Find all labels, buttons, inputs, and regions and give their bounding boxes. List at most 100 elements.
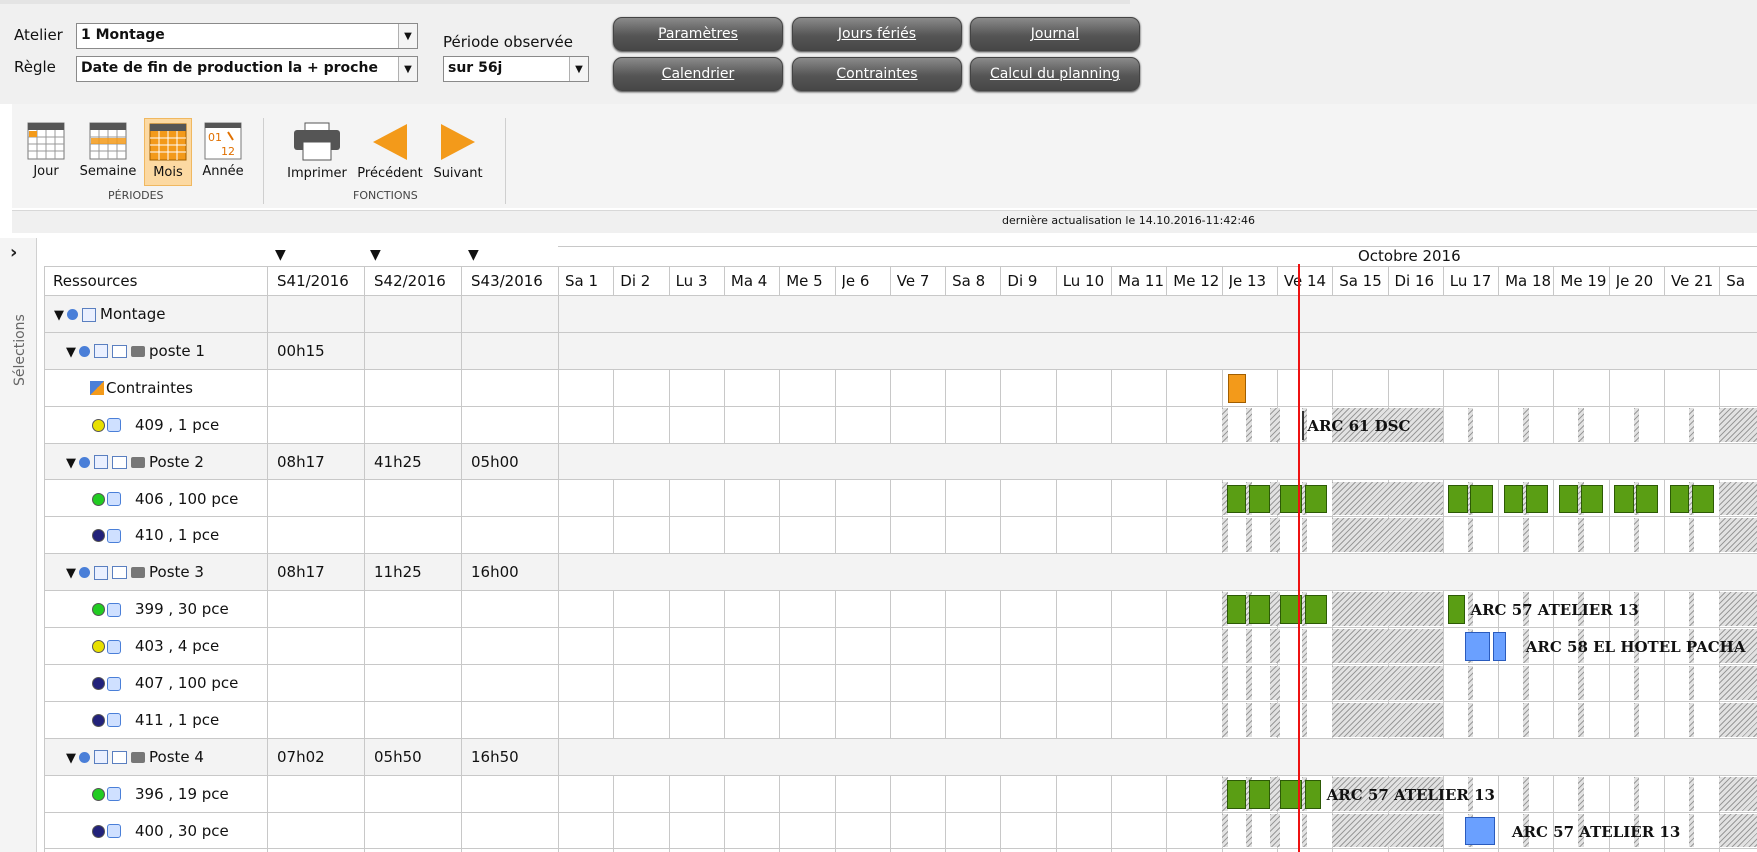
task-bar[interactable] — [1249, 595, 1271, 625]
timeline-row[interactable] — [558, 406, 1757, 444]
contraintes-button[interactable]: Contraintes — [792, 57, 962, 91]
day-header[interactable]: Lu 3 — [676, 272, 723, 290]
day-header[interactable]: Me 5 — [786, 272, 833, 290]
task-label[interactable]: ARC 57 ATELIER 13 — [1327, 786, 1495, 804]
expand-toggle-icon[interactable]: ▼ — [66, 566, 76, 581]
clock-icon[interactable] — [107, 787, 121, 802]
task-bar[interactable] — [1448, 595, 1465, 625]
info-icon[interactable] — [79, 751, 90, 763]
row-label[interactable]: ▼ Poste 2 — [66, 453, 204, 471]
day-header[interactable]: Ve 7 — [897, 272, 944, 290]
row-label[interactable]: 409 , 1 pce — [92, 416, 219, 434]
task-bar[interactable] — [1464, 632, 1490, 661]
constraint-marker[interactable] — [1228, 373, 1247, 403]
week-header[interactable]: S41/2016 — [277, 272, 349, 290]
planning-icon[interactable] — [82, 307, 96, 322]
chevron-down-icon[interactable]: ▼ — [569, 57, 588, 81]
day-header[interactable]: Ma 11 — [1118, 272, 1165, 290]
row-label[interactable]: Contraintes — [90, 379, 193, 397]
day-header[interactable]: Lu 10 — [1063, 272, 1110, 290]
clock-icon[interactable] — [107, 824, 121, 839]
task-bar[interactable] — [1304, 779, 1322, 809]
task-bar[interactable] — [1614, 484, 1634, 514]
week-header[interactable]: S43/2016 — [471, 272, 543, 290]
atelier-select[interactable]: 1 Montage ▼ — [76, 23, 418, 49]
task-bar[interactable] — [1503, 484, 1523, 514]
journal-button[interactable]: Journal — [970, 17, 1140, 51]
window-icon[interactable] — [112, 344, 127, 358]
mois-button[interactable]: Mois — [144, 118, 192, 186]
regle-select[interactable]: Date de fin de production la + proche ▼ — [76, 56, 418, 82]
day-header[interactable]: Sa 1 — [565, 272, 612, 290]
info-icon[interactable] — [79, 456, 90, 468]
calcul-planning-button[interactable]: Calcul du planning — [970, 57, 1140, 91]
row-label[interactable]: 400 , 30 pce — [92, 822, 229, 840]
row-label[interactable]: 399 , 30 pce — [92, 600, 229, 618]
day-header[interactable]: Sa — [1726, 272, 1757, 290]
planning-icon[interactable] — [94, 750, 108, 765]
row-label[interactable]: 403 , 4 pce — [92, 637, 219, 655]
task-bar[interactable] — [1227, 595, 1247, 625]
expand-toggle-icon[interactable]: ▼ — [66, 456, 76, 471]
timeline-row[interactable] — [558, 701, 1757, 739]
task-bar[interactable] — [1691, 484, 1714, 514]
row-label[interactable]: 406 , 100 pce — [92, 490, 238, 508]
timeline-row[interactable] — [558, 369, 1757, 407]
info-icon[interactable] — [79, 345, 90, 357]
day-header[interactable]: Sa 8 — [952, 272, 999, 290]
printer-icon[interactable] — [131, 345, 145, 357]
day-header[interactable]: Me 12 — [1173, 272, 1220, 290]
day-header[interactable]: Di 16 — [1395, 272, 1442, 290]
day-header[interactable]: Sa 15 — [1339, 272, 1386, 290]
printer-icon[interactable] — [131, 567, 145, 579]
row-label[interactable]: 407 , 100 pce — [92, 674, 238, 692]
task-bar[interactable] — [1304, 595, 1327, 625]
day-header[interactable]: Me 19 — [1560, 272, 1607, 290]
day-header[interactable]: Ve 21 — [1671, 272, 1718, 290]
day-header[interactable]: Je 6 — [842, 272, 889, 290]
periode-select[interactable]: sur 56j ▼ — [443, 56, 589, 82]
day-header[interactable]: Ve 14 — [1284, 272, 1331, 290]
row-label[interactable]: ▼ Poste 3 — [66, 563, 204, 581]
row-label[interactable]: 411 , 1 pce — [92, 711, 219, 729]
task-bar[interactable] — [1470, 484, 1493, 514]
sort-down-icon[interactable]: ▼ — [275, 247, 286, 263]
task-bar[interactable] — [1227, 779, 1247, 809]
task-bar[interactable] — [1304, 484, 1327, 514]
day-header[interactable]: Di 9 — [1007, 272, 1054, 290]
suivant-button[interactable]: Suivant — [428, 122, 488, 181]
day-header[interactable]: Di 2 — [620, 272, 667, 290]
planning-icon[interactable] — [94, 565, 108, 580]
clock-icon[interactable] — [107, 639, 121, 654]
clock-icon[interactable] — [107, 713, 121, 728]
semaine-button[interactable]: Semaine — [76, 122, 140, 179]
clock-icon[interactable] — [107, 676, 121, 691]
task-bar[interactable] — [1581, 484, 1604, 514]
clock-icon[interactable] — [107, 418, 121, 433]
task-bar[interactable] — [1558, 484, 1579, 514]
window-icon[interactable] — [112, 566, 127, 580]
task-label[interactable]: ARC 61 DSC — [1307, 417, 1410, 435]
row-label[interactable]: ▼ Montage — [54, 305, 165, 323]
sort-down-icon[interactable]: ▼ — [468, 247, 479, 263]
task-bar[interactable] — [1492, 632, 1507, 661]
timeline-row[interactable] — [558, 665, 1757, 702]
calendrier-button[interactable]: Calendrier — [613, 57, 783, 91]
parametres-button[interactable]: Paramètres — [613, 17, 783, 51]
printer-icon[interactable] — [131, 751, 145, 763]
task-bar[interactable] — [1464, 816, 1496, 846]
day-header[interactable]: Je 13 — [1229, 272, 1276, 290]
info-icon[interactable] — [67, 309, 78, 320]
expand-toggle-icon[interactable]: ▼ — [66, 345, 76, 360]
task-bar[interactable] — [1636, 484, 1659, 514]
resources-header[interactable]: Ressources — [53, 272, 137, 290]
chevron-down-icon[interactable]: ▼ — [398, 57, 417, 81]
chevron-right-icon[interactable]: › — [10, 242, 17, 263]
row-label[interactable]: 396 , 19 pce — [92, 785, 229, 803]
precedent-button[interactable]: Précédent — [354, 122, 426, 181]
expand-toggle-icon[interactable]: ▼ — [66, 751, 76, 766]
jours-feries-button[interactable]: Jours fériés — [792, 17, 962, 51]
task-bar[interactable] — [1448, 484, 1468, 514]
info-icon[interactable] — [79, 567, 90, 579]
row-label[interactable]: 410 , 1 pce — [92, 526, 219, 544]
